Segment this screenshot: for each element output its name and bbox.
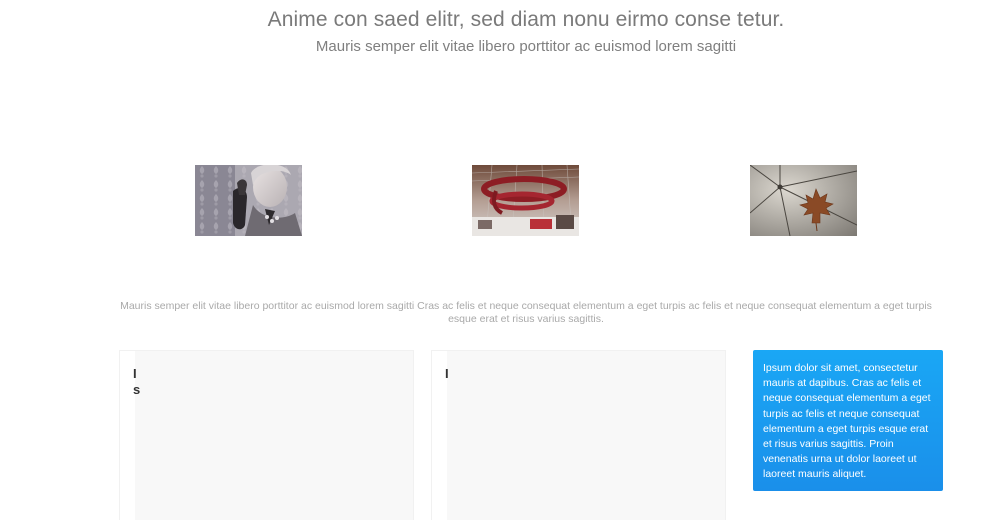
hero-subtitle: Mauris semper elit vitae libero porttito…: [315, 38, 737, 55]
red-spiral-architecture-image[interactable]: [472, 165, 579, 236]
hero-title: Anime con saed elitr, sed diam nonu eirm…: [267, 8, 785, 31]
info-card[interactable]: Ipsum dolor sit amet, consectetur mauris…: [753, 350, 943, 491]
page: Anime con saed elitr, sed diam nonu eirm…: [0, 0, 1000, 520]
card-1-text-fragment: s: [133, 382, 141, 397]
card-1-heading-fragment: I: [133, 366, 137, 381]
woman-portrait-image[interactable]: [195, 165, 302, 236]
content-card-2[interactable]: I: [431, 350, 726, 520]
content-card-1[interactable]: I s: [119, 350, 414, 520]
maple-leaf-graphic: [750, 165, 857, 236]
info-card-text: Ipsum dolor sit amet, consectetur mauris…: [763, 362, 931, 481]
card-2-background: [447, 351, 725, 520]
section-description: Mauris semper elit vitae libero porttito…: [120, 300, 932, 325]
card-1-background: [135, 351, 413, 520]
red-spiral-graphic: [472, 165, 579, 236]
maple-leaf-umbrella-image[interactable]: [750, 165, 857, 236]
woman-portrait-graphic: [195, 165, 302, 236]
card-2-heading-fragment: I: [445, 366, 449, 381]
